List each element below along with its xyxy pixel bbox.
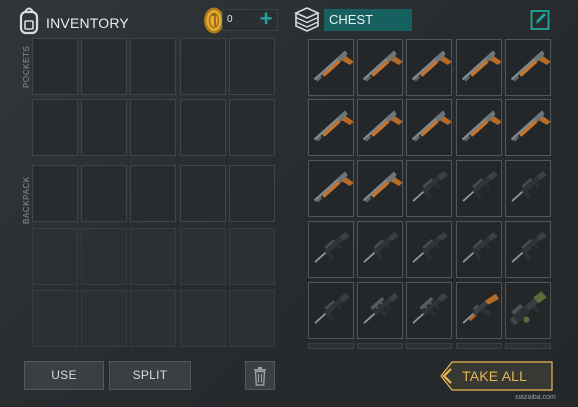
shotgun-icon bbox=[313, 110, 354, 142]
pockets-label: POCKETS bbox=[22, 45, 31, 88]
chest-slot[interactable] bbox=[308, 39, 354, 96]
assault-rifle-icon bbox=[511, 231, 547, 263]
chest-name-field[interactable]: CHEST bbox=[324, 9, 412, 31]
assault-rifle-icon bbox=[314, 231, 350, 263]
inventory-slot[interactable] bbox=[32, 165, 78, 222]
chest-slot-partial bbox=[357, 343, 403, 349]
chest-slot[interactable] bbox=[357, 39, 403, 96]
chest-slot[interactable] bbox=[406, 160, 452, 217]
box-stack-icon bbox=[294, 7, 320, 32]
ak-rifle-icon bbox=[462, 293, 500, 324]
shotgun-icon bbox=[510, 50, 551, 82]
backpack-icon bbox=[19, 7, 39, 35]
inventory-slot[interactable] bbox=[32, 99, 78, 156]
assault-rifle-icon bbox=[462, 170, 498, 202]
chest-slot[interactable] bbox=[456, 160, 502, 217]
use-button[interactable]: USE bbox=[24, 361, 104, 390]
inventory-slot[interactable] bbox=[229, 165, 275, 222]
shotgun-icon bbox=[362, 110, 403, 142]
assault-rifle-icon bbox=[412, 231, 448, 263]
shotgun-icon bbox=[313, 50, 354, 82]
inventory-slot[interactable] bbox=[130, 165, 176, 222]
assault-rifle-icon bbox=[511, 170, 547, 202]
chest-slot[interactable] bbox=[406, 221, 452, 278]
currency-amount: 0 bbox=[227, 14, 233, 25]
chest-slot-partial bbox=[406, 343, 452, 349]
shotgun-icon bbox=[461, 50, 502, 82]
scoped-rifle-icon bbox=[412, 292, 448, 324]
backpack-label: BACKPACK bbox=[22, 176, 31, 224]
chest-slot[interactable] bbox=[505, 160, 551, 217]
chest-slot[interactable] bbox=[406, 99, 452, 156]
chest-slot[interactable] bbox=[456, 282, 502, 339]
chest-slot[interactable] bbox=[456, 39, 502, 96]
chest-slot-partial bbox=[308, 343, 354, 349]
split-button[interactable]: SPLIT bbox=[109, 361, 191, 390]
locked-slot bbox=[229, 228, 275, 285]
inventory-slot[interactable] bbox=[81, 38, 127, 95]
shotgun-icon bbox=[313, 171, 354, 203]
locked-slot bbox=[81, 228, 127, 285]
locked-slot bbox=[81, 290, 127, 347]
chest-slot[interactable] bbox=[456, 221, 502, 278]
trash-icon bbox=[254, 367, 266, 386]
locked-slot bbox=[180, 290, 226, 347]
chest-slot[interactable] bbox=[308, 99, 354, 156]
inventory-slot[interactable] bbox=[130, 38, 176, 95]
chest-slot[interactable] bbox=[357, 221, 403, 278]
chest-slot[interactable] bbox=[505, 39, 551, 96]
inventory-title: INVENTORY bbox=[46, 15, 129, 31]
chest-slot[interactable] bbox=[357, 99, 403, 156]
shotgun-icon bbox=[411, 50, 452, 82]
inventory-slot[interactable] bbox=[81, 99, 127, 156]
locked-slot bbox=[229, 290, 275, 347]
take-all-label: TAKE ALL bbox=[462, 368, 528, 384]
chest-slot[interactable] bbox=[505, 221, 551, 278]
watermark: xiazaiba.com bbox=[515, 394, 556, 401]
chest-slot[interactable] bbox=[456, 99, 502, 156]
edit-icon[interactable] bbox=[530, 9, 550, 31]
chest-slot[interactable] bbox=[406, 282, 452, 339]
shotgun-icon bbox=[362, 50, 403, 82]
trash-button[interactable] bbox=[245, 361, 275, 390]
chest-slot[interactable] bbox=[308, 160, 354, 217]
locked-slot bbox=[32, 290, 78, 347]
add-currency-button[interactable]: + bbox=[257, 8, 275, 30]
chest-slot[interactable] bbox=[505, 282, 551, 339]
assault-rifle-icon bbox=[462, 231, 498, 263]
chest-slot-partial bbox=[505, 343, 551, 349]
inventory-slot[interactable] bbox=[229, 99, 275, 156]
inventory-slot[interactable] bbox=[180, 38, 226, 95]
chest-slot[interactable] bbox=[308, 282, 354, 339]
grenade-launcher-icon bbox=[508, 291, 547, 326]
shotgun-icon bbox=[411, 110, 452, 142]
assault-rifle-icon bbox=[363, 231, 399, 263]
shotgun-icon bbox=[461, 110, 502, 142]
inventory-slot[interactable] bbox=[229, 38, 275, 95]
inventory-slot[interactable] bbox=[180, 99, 226, 156]
chest-slot[interactable] bbox=[505, 99, 551, 156]
locked-slot bbox=[130, 290, 176, 347]
scoped-rifle-icon bbox=[363, 292, 399, 324]
chest-slot[interactable] bbox=[357, 160, 403, 217]
inventory-slot[interactable] bbox=[130, 99, 176, 156]
shotgun-icon bbox=[362, 171, 403, 203]
locked-slot bbox=[32, 228, 78, 285]
inventory-slot[interactable] bbox=[81, 165, 127, 222]
chest-slot-partial bbox=[456, 343, 502, 349]
chest-slot[interactable] bbox=[357, 282, 403, 339]
inventory-slot[interactable] bbox=[32, 38, 78, 95]
chest-slot[interactable] bbox=[308, 221, 354, 278]
chest-slot[interactable] bbox=[406, 39, 452, 96]
locked-slot bbox=[180, 228, 226, 285]
inventory-slot[interactable] bbox=[180, 165, 226, 222]
locked-slot bbox=[130, 228, 176, 285]
shotgun-icon bbox=[510, 110, 551, 142]
assault-rifle-icon bbox=[412, 170, 448, 202]
assault-rifle-icon bbox=[314, 292, 350, 324]
